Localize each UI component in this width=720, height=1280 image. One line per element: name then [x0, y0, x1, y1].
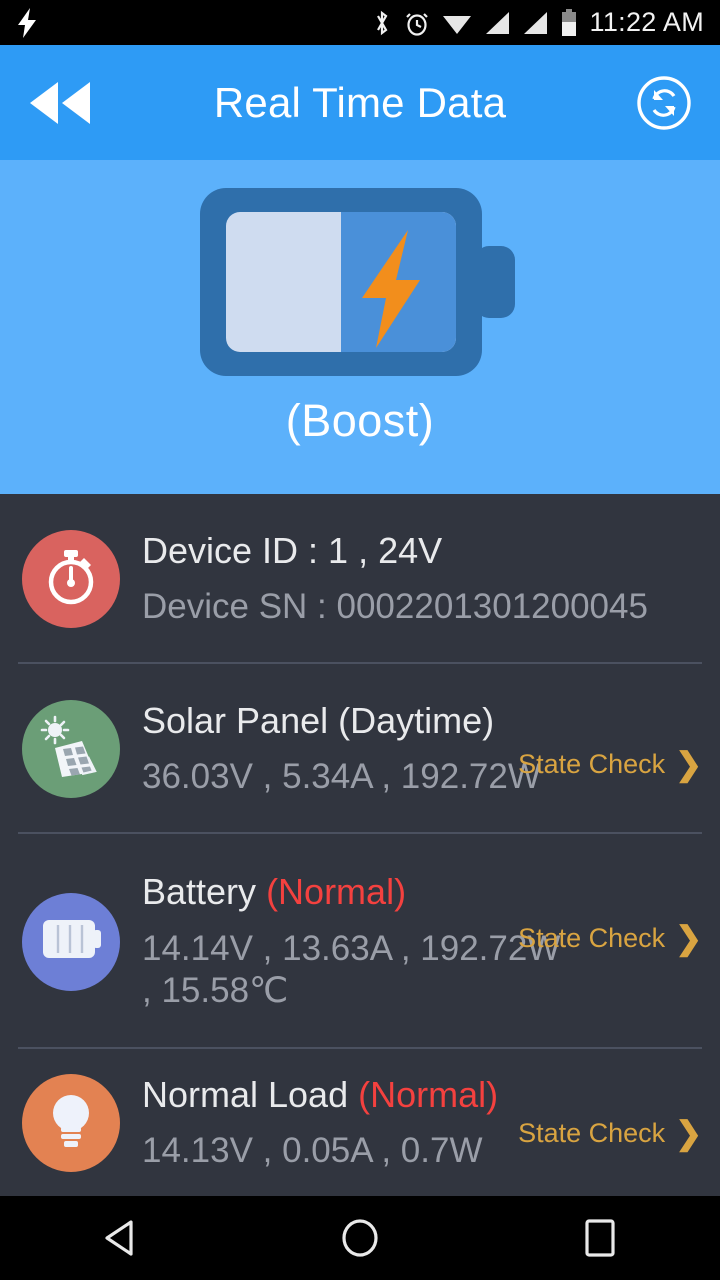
row-title: Normal Load (Normal)	[142, 1074, 698, 1116]
row-subtitle: 14.14V , 13.63A , 192.72W , 15.58℃	[142, 928, 572, 1012]
status-bar-clock: 11:22 AM	[590, 7, 704, 38]
table-row[interactable]: Normal Load (Normal) 14.13V , 0.05A , 0.…	[0, 1049, 720, 1197]
bluetooth-icon	[372, 9, 392, 37]
status-bar-right: 11:22 AM	[372, 7, 704, 38]
row-title: Battery (Normal)	[142, 871, 698, 913]
table-row[interactable]: Solar Panel (Daytime) 36.03V , 5.34A , 1…	[0, 664, 720, 834]
table-row[interactable]: Device ID : 1 , 24V Device SN : 00022013…	[0, 494, 720, 664]
phone-screen: 11:22 AM Real Time Data	[0, 0, 720, 1280]
wifi-icon	[442, 11, 472, 35]
flash-icon	[16, 8, 38, 38]
chevron-right-icon: ❯	[675, 1117, 702, 1149]
battery-icon	[560, 9, 578, 37]
lightbulb-badge	[22, 1074, 120, 1172]
recents-square-icon[interactable]	[540, 1196, 660, 1280]
rewind-icon[interactable]	[26, 75, 98, 131]
state-check-label: State Check	[518, 923, 665, 954]
signal-icon	[484, 11, 510, 35]
status-badge: (Normal)	[266, 871, 406, 912]
status-bar: 11:22 AM	[0, 0, 720, 45]
home-circle-icon[interactable]	[300, 1196, 420, 1280]
alarm-icon	[404, 9, 430, 37]
hero-section: (Boost)	[0, 160, 720, 494]
back-triangle-icon[interactable]	[60, 1196, 180, 1280]
stopwatch-badge	[22, 530, 120, 628]
row-body: Device ID : 1 , 24V Device SN : 00022013…	[142, 530, 702, 628]
row-title: Solar Panel (Daytime)	[142, 700, 698, 742]
status-bar-left	[16, 8, 38, 38]
state-check-label: State Check	[518, 1118, 665, 1149]
chevron-right-icon: ❯	[675, 922, 702, 954]
state-check-label: State Check	[518, 749, 665, 780]
page-title: Real Time Data	[0, 79, 720, 127]
hero-status-label: (Boost)	[286, 395, 435, 447]
battery-badge	[22, 893, 120, 991]
realtime-data-list: Device ID : 1 , 24V Device SN : 00022013…	[0, 494, 720, 1197]
row-title-main: Battery	[142, 871, 256, 912]
refresh-icon[interactable]	[634, 73, 694, 133]
battery-charging-icon	[180, 174, 540, 389]
android-nav-bar	[0, 1196, 720, 1280]
row-title-main: Normal Load	[142, 1074, 348, 1115]
state-check-button[interactable]: State Check ❯	[518, 1117, 702, 1149]
row-subtitle: Device SN : 0002201301200045	[142, 586, 698, 628]
solar-panel-badge	[22, 700, 120, 798]
solar-panel-icon	[38, 714, 104, 785]
state-check-button[interactable]: State Check ❯	[518, 748, 702, 780]
row-title: Device ID : 1 , 24V	[142, 530, 698, 572]
chevron-right-icon: ❯	[675, 748, 702, 780]
table-row[interactable]: Battery (Normal) 14.14V , 13.63A , 192.7…	[0, 834, 720, 1049]
lightbulb-icon	[43, 1089, 99, 1158]
app-bar: Real Time Data	[0, 45, 720, 160]
status-badge: (Normal)	[358, 1074, 498, 1115]
state-check-button[interactable]: State Check ❯	[518, 922, 702, 954]
battery-icon	[39, 910, 103, 973]
stopwatch-icon	[40, 546, 102, 613]
signal-icon-2	[522, 11, 548, 35]
